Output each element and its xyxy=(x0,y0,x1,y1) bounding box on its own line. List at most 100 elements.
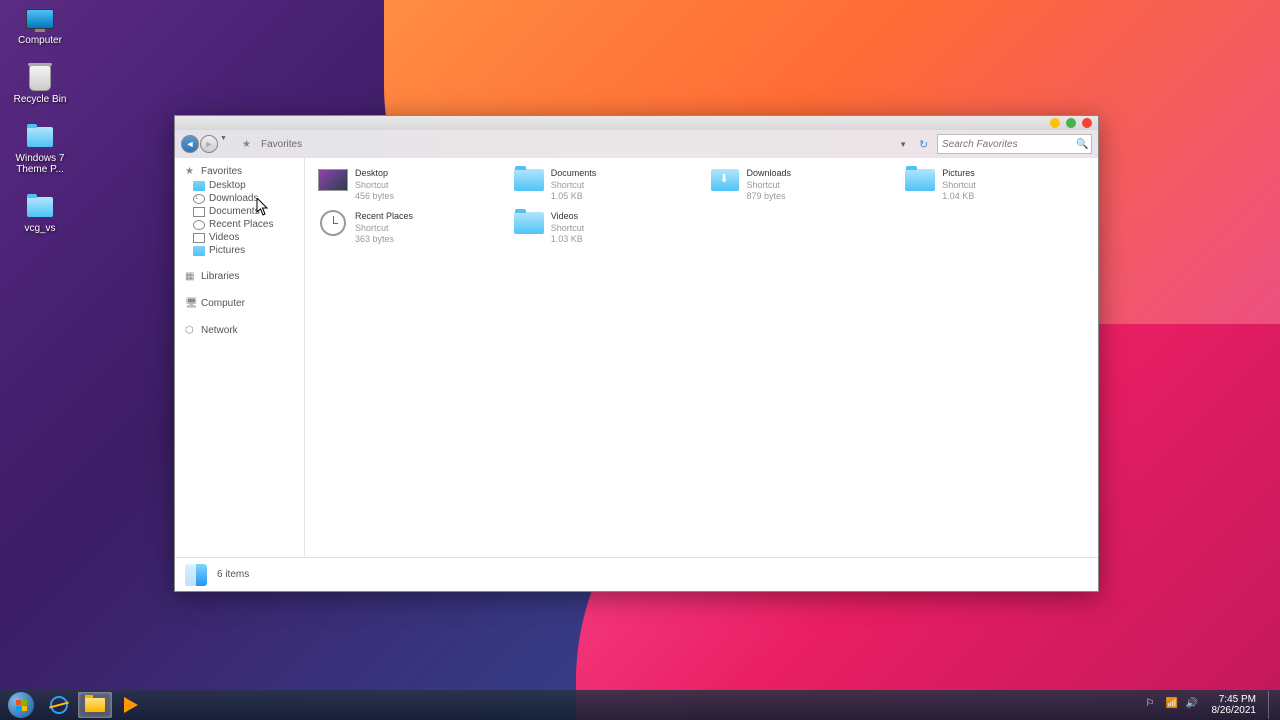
desktop-icon-label: Computer xyxy=(18,35,62,46)
address-bar[interactable]: ★ Favorites ▼ xyxy=(236,134,911,154)
nav-history-dropdown[interactable]: ▼ xyxy=(220,135,228,153)
desktop-icon-recycle-bin[interactable]: Recycle Bin xyxy=(5,64,75,105)
star-icon: ★ xyxy=(242,139,251,150)
maximize-button[interactable] xyxy=(1066,118,1076,128)
file-size: 1.05 KB xyxy=(551,191,597,203)
file-name: Documents xyxy=(551,168,597,180)
clock-date: 8/26/2021 xyxy=(1212,705,1257,717)
explorer-toolbar: ◄ ► ▼ ★ Favorites ▼ ↻ 🔍 xyxy=(175,130,1098,158)
sidebar-item-label: Downloads xyxy=(209,193,258,204)
search-box[interactable]: 🔍 xyxy=(937,134,1092,154)
sidebar-libraries-header[interactable]: ▦ Libraries xyxy=(175,269,304,284)
start-orb-icon xyxy=(8,692,34,718)
file-name: Desktop xyxy=(355,168,394,180)
recycle-bin-icon xyxy=(29,65,51,91)
sidebar-item-desktop[interactable]: Desktop xyxy=(175,179,304,192)
explorer-window: ◄ ► ▼ ★ Favorites ▼ ↻ 🔍 ★ Favorites Desk… xyxy=(174,115,1099,592)
address-text: Favorites xyxy=(261,139,302,150)
tray-flag-icon[interactable]: ⚐ xyxy=(1146,698,1160,712)
file-item-documents[interactable]: Documents Shortcut 1.05 KB xyxy=(511,166,697,205)
sidebar-item-downloads[interactable]: Downloads xyxy=(175,192,304,205)
status-text: 6 items xyxy=(217,569,249,580)
sidebar-label: Favorites xyxy=(201,166,242,177)
sidebar-label: Libraries xyxy=(201,271,239,282)
desktop-icons-container: Computer Recycle Bin Windows 7 Theme P..… xyxy=(5,5,75,252)
folder-icon xyxy=(193,246,205,256)
download-icon xyxy=(193,194,205,204)
sidebar-item-documents[interactable]: Documents xyxy=(175,205,304,218)
window-titlebar[interactable] xyxy=(175,116,1098,130)
clock-time: 7:45 PM xyxy=(1212,694,1257,706)
desktop-icon-label: Windows 7 Theme P... xyxy=(5,153,75,175)
sidebar-network-header[interactable]: ⬡ Network xyxy=(175,323,304,338)
star-icon: ★ xyxy=(185,166,197,177)
sidebar-item-label: Videos xyxy=(209,232,239,243)
close-button[interactable] xyxy=(1082,118,1092,128)
file-name: Recent Places xyxy=(355,211,413,223)
sidebar-computer-header[interactable]: 🖥 Computer xyxy=(175,296,304,311)
folder-icon xyxy=(27,127,53,147)
desktop-icon-computer[interactable]: Computer xyxy=(5,5,75,46)
file-item-desktop[interactable]: Desktop Shortcut 456 bytes xyxy=(315,166,501,205)
folder-icon xyxy=(514,212,544,234)
document-icon xyxy=(193,207,205,217)
sidebar-item-label: Pictures xyxy=(209,245,245,256)
taskbar-clock[interactable]: 7:45 PM 8/26/2021 xyxy=(1206,694,1263,717)
explorer-statusbar: 6 items xyxy=(175,557,1098,591)
clock-icon xyxy=(320,210,346,236)
desktop-icon-theme[interactable]: Windows 7 Theme P... xyxy=(5,123,75,175)
libraries-icon: ▦ xyxy=(185,271,197,282)
file-size: 1.04 KB xyxy=(942,191,976,203)
explorer-main-pane[interactable]: Desktop Shortcut 456 bytes Documents Sho… xyxy=(305,158,1098,557)
video-icon xyxy=(193,233,205,243)
sidebar-item-label: Desktop xyxy=(209,180,246,191)
file-type: Shortcut xyxy=(551,180,597,192)
explorer-sidebar: ★ Favorites Desktop Downloads Documents … xyxy=(175,158,305,557)
file-item-recent-places[interactable]: Recent Places Shortcut 363 bytes xyxy=(315,209,501,248)
file-item-pictures[interactable]: Pictures Shortcut 1.04 KB xyxy=(902,166,1088,205)
sidebar-item-label: Recent Places xyxy=(209,219,273,230)
file-size: 879 bytes xyxy=(747,191,792,203)
file-item-downloads[interactable]: Downloads Shortcut 879 bytes xyxy=(707,166,893,205)
tray-volume-icon[interactable]: 🔊 xyxy=(1186,698,1200,712)
sidebar-item-videos[interactable]: Videos xyxy=(175,231,304,244)
start-button[interactable] xyxy=(4,692,38,718)
taskbar-explorer-button[interactable] xyxy=(78,692,112,718)
file-item-videos[interactable]: Videos Shortcut 1.03 KB xyxy=(511,209,697,248)
minimize-button[interactable] xyxy=(1050,118,1060,128)
search-icon[interactable]: 🔍 xyxy=(1076,139,1088,150)
tray-network-icon[interactable]: 📶 xyxy=(1166,698,1180,712)
explorer-icon xyxy=(85,698,105,712)
taskbar-ie-button[interactable] xyxy=(42,692,76,718)
finder-icon xyxy=(185,564,207,586)
desktop-icon-label: Recycle Bin xyxy=(14,94,67,105)
media-player-icon xyxy=(124,697,138,713)
taskbar: ⚐ 📶 🔊 7:45 PM 8/26/2021 xyxy=(0,690,1280,720)
computer-icon: 🖥 xyxy=(185,298,197,309)
desktop-icon-vcg[interactable]: vcg_vs xyxy=(5,193,75,234)
search-input[interactable] xyxy=(942,139,1076,150)
ie-icon xyxy=(50,696,68,714)
nav-forward-button[interactable]: ► xyxy=(200,135,218,153)
file-size: 1.03 KB xyxy=(551,234,585,246)
file-type: Shortcut xyxy=(942,180,976,192)
file-name: Videos xyxy=(551,211,585,223)
address-dropdown-icon[interactable]: ▼ xyxy=(899,140,907,149)
desktop-icon-label: vcg_vs xyxy=(24,223,55,234)
folder-icon xyxy=(27,197,53,217)
nav-back-button[interactable]: ◄ xyxy=(181,135,199,153)
folder-icon xyxy=(193,181,205,191)
sidebar-favorites-header[interactable]: ★ Favorites xyxy=(175,164,304,179)
desktop-thumb-icon xyxy=(318,169,348,191)
show-desktop-button[interactable] xyxy=(1268,691,1276,719)
file-name: Pictures xyxy=(942,168,976,180)
file-type: Shortcut xyxy=(747,180,792,192)
file-type: Shortcut xyxy=(355,180,394,192)
file-name: Downloads xyxy=(747,168,792,180)
file-size: 363 bytes xyxy=(355,234,413,246)
sidebar-item-recent-places[interactable]: Recent Places xyxy=(175,218,304,231)
sidebar-item-pictures[interactable]: Pictures xyxy=(175,244,304,257)
refresh-button[interactable]: ↻ xyxy=(919,138,933,151)
sidebar-label: Network xyxy=(201,325,238,336)
taskbar-media-player-button[interactable] xyxy=(114,692,148,718)
